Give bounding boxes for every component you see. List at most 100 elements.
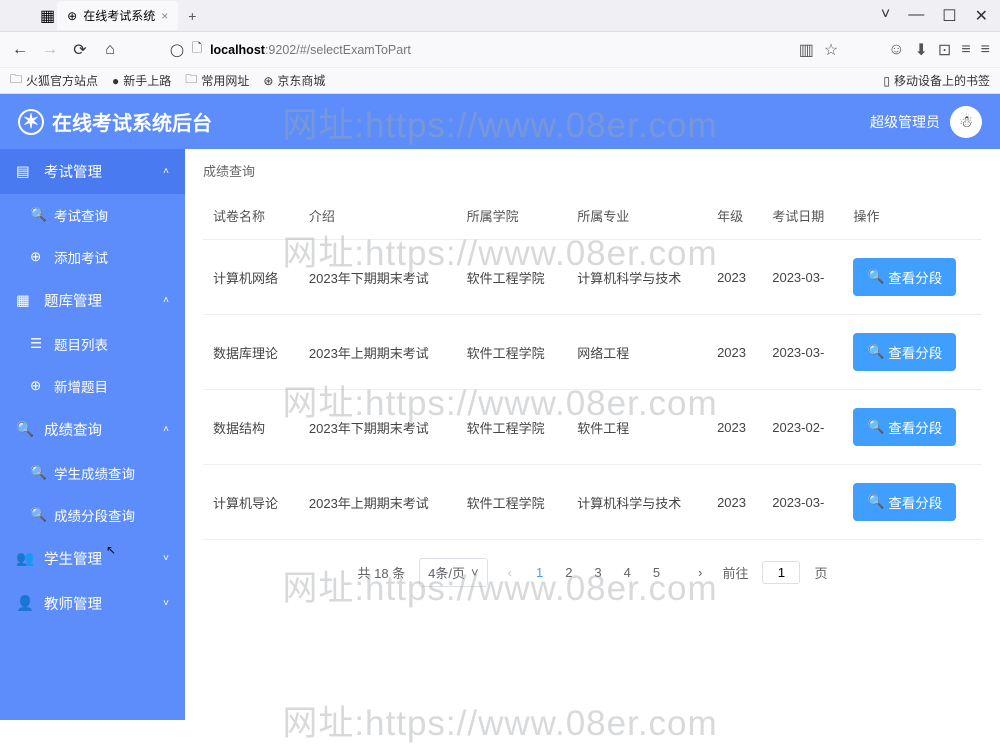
prev-page[interactable]: ‹ <box>502 565 518 580</box>
col-grade: 年级 <box>707 192 762 240</box>
sidebar: ▤考试管理˄ 🔍考试查询 ⊕添加考试 ▦题库管理˄ ☰题目列表 ⊕新增题目 🔍成… <box>0 149 185 720</box>
view-segment-button[interactable]: 🔍 查看分段 <box>853 483 956 521</box>
search-icon: 🔍 <box>16 421 36 438</box>
chevron-down-icon: ˅ <box>471 565 479 580</box>
gear-icon: ✶ <box>18 109 44 135</box>
maximize-icon[interactable]: ☐ <box>942 6 956 26</box>
bookmark-item[interactable]: ⊛ 京东商城 <box>263 72 325 89</box>
search-icon: 🔍 <box>30 507 48 523</box>
sidebar-item-question-list[interactable]: ☰题目列表 <box>0 323 185 365</box>
address-bar[interactable]: ◯ 🗋 localhost:9202/#/selectExamToPart <box>130 39 789 60</box>
view-segment-button[interactable]: 🔍 查看分段 <box>853 258 956 296</box>
col-intro: 介绍 <box>299 192 457 240</box>
bookmark-item[interactable]: 🗀 火狐官方站点 <box>10 70 98 91</box>
bookmark-item[interactable]: 🗀 常用网址 <box>185 70 249 91</box>
search-icon: 🔍 <box>867 344 884 360</box>
app-title: 在线考试系统后台 <box>52 107 212 136</box>
bookmark-star-icon[interactable]: ☆ <box>824 40 838 60</box>
sidebar-group-bank[interactable]: ▦题库管理˄ <box>0 278 185 323</box>
plus-icon: ⊕ <box>30 378 48 394</box>
search-icon: 🔍 <box>867 269 884 285</box>
col-major: 所属专业 <box>567 192 707 240</box>
download-icon[interactable]: ⬇ <box>915 40 928 60</box>
sidebar-group-score[interactable]: 🔍成绩查询˄ <box>0 407 185 452</box>
chevron-down-icon: ˅ <box>163 598 169 609</box>
exam-table: 试卷名称 介绍 所属学院 所属专业 年级 考试日期 操作 计算机网络2023年下… <box>203 192 982 540</box>
search-icon: 🔍 <box>867 419 884 435</box>
app-header: ✶ 在线考试系统后台 超级管理员 ☃ <box>0 94 1000 149</box>
sidebar-item-score-segment[interactable]: 🔍成绩分段查询 <box>0 494 185 536</box>
page-number[interactable]: 1 <box>532 565 547 580</box>
back-button[interactable]: ← <box>10 41 30 59</box>
clipboard-icon: ▤ <box>16 164 36 180</box>
reload-button[interactable]: ⟳ <box>70 40 90 60</box>
jump-input[interactable] <box>762 561 800 584</box>
browser-tab[interactable]: ⊕ 在线考试系统 × <box>57 1 178 30</box>
table-row: 数据库理论2023年上期期末考试软件工程学院网络工程20232023-03-🔍 … <box>203 315 982 390</box>
sidebar-item-student-score[interactable]: 🔍学生成绩查询 <box>0 452 185 494</box>
dashboard-icon: ▦ <box>16 293 36 309</box>
minimize-icon[interactable]: — <box>908 6 924 26</box>
new-tab-button[interactable]: + <box>188 8 196 24</box>
col-college: 所属学院 <box>457 192 568 240</box>
list-icon: ☰ <box>30 336 48 352</box>
pinned-tab-icon[interactable]: ▦ <box>40 6 55 26</box>
search-icon: 🔍 <box>30 465 48 481</box>
col-date: 考试日期 <box>762 192 843 240</box>
sidebar-group-exam[interactable]: ▤考试管理˄ <box>0 149 185 194</box>
plus-icon: ⊕ <box>30 249 48 265</box>
table-row: 计算机导论2023年上期期末考试软件工程学院计算机科学与技术20232023-0… <box>203 465 982 540</box>
home-button[interactable]: ⌂ <box>100 41 120 59</box>
main-content: 成绩查询 试卷名称 介绍 所属学院 所属专业 年级 考试日期 操作 计算机网络2… <box>185 149 1000 720</box>
forward-button[interactable]: → <box>40 41 60 59</box>
search-icon: 🔍 <box>867 494 884 510</box>
user-icon: 👤 <box>16 595 36 612</box>
sidebar-item-exam-query[interactable]: 🔍考试查询 <box>0 194 185 236</box>
table-row: 数据结构2023年下期期末考试软件工程学院软件工程20232023-02-🔍 查… <box>203 390 982 465</box>
avatar[interactable]: ☃ <box>950 106 982 138</box>
chevron-down-icon[interactable]: ˅ <box>881 6 890 26</box>
next-page[interactable]: › <box>692 565 708 580</box>
extensions-icon[interactable]: ⊡ <box>938 40 951 60</box>
pagination: 共 18 条 4条/页 ˅ ‹ 12345 › 前往 页 <box>185 540 1000 605</box>
chevron-up-icon: ˄ <box>163 166 169 177</box>
users-icon: 👥 <box>16 550 36 567</box>
page-number[interactable]: 5 <box>649 565 664 580</box>
page-number[interactable]: 3 <box>590 565 605 580</box>
shield-icon: ◯ <box>170 42 184 57</box>
lock-icon: 🗋 <box>192 39 202 60</box>
tab-favicon: ⊕ <box>67 9 77 23</box>
col-action: 操作 <box>843 192 982 240</box>
user-role: 超级管理员 <box>870 112 940 132</box>
account-icon[interactable]: ☺ <box>888 41 904 59</box>
sidebar-group-teacher[interactable]: 👤教师管理˅ <box>0 581 185 626</box>
page-number[interactable]: 4 <box>620 565 635 580</box>
library-icon[interactable]: ≡ <box>961 41 970 59</box>
sidebar-group-student[interactable]: 👥学生管理˅ <box>0 536 185 581</box>
view-segment-button[interactable]: 🔍 查看分段 <box>853 408 956 446</box>
page-number[interactable]: 2 <box>561 565 576 580</box>
mobile-bookmarks[interactable]: ▯ 移动设备上的书签 <box>883 72 990 89</box>
chevron-up-icon: ˄ <box>163 424 169 435</box>
sidebar-item-add-exam[interactable]: ⊕添加考试 <box>0 236 185 278</box>
close-window-icon[interactable]: ✕ <box>975 6 988 26</box>
jump-suffix: 页 <box>814 563 827 582</box>
close-icon[interactable]: × <box>161 9 168 23</box>
view-segment-button[interactable]: 🔍 查看分段 <box>853 333 956 371</box>
table-row: 计算机网络2023年下期期末考试软件工程学院计算机科学与技术20232023-0… <box>203 240 982 315</box>
tab-title: 在线考试系统 <box>83 7 155 24</box>
bookmark-item[interactable]: ● 新手上路 <box>112 72 171 89</box>
menu-icon[interactable]: ≡ <box>981 41 990 59</box>
search-icon: 🔍 <box>30 207 48 223</box>
browser-toolbar: ← → ⟳ ⌂ ◯ 🗋 localhost:9202/#/selectExamT… <box>0 32 1000 68</box>
jump-label: 前往 <box>722 563 748 582</box>
breadcrumb: 成绩查询 <box>185 149 1000 192</box>
url-host: localhost <box>210 43 265 57</box>
browser-tab-strip: ▦ ⊕ 在线考试系统 × + ˅ — ☐ ✕ <box>0 0 1000 32</box>
chevron-up-icon: ˄ <box>163 295 169 306</box>
bookmarks-bar: 🗀 火狐官方站点 ● 新手上路 🗀 常用网址 ⊛ 京东商城 ▯ 移动设备上的书签 <box>0 68 1000 94</box>
sidebar-item-add-question[interactable]: ⊕新增题目 <box>0 365 185 407</box>
page-size-select[interactable]: 4条/页 ˅ <box>419 558 487 587</box>
reader-icon[interactable]: ▥ <box>799 40 814 60</box>
chevron-down-icon: ˅ <box>163 553 169 564</box>
